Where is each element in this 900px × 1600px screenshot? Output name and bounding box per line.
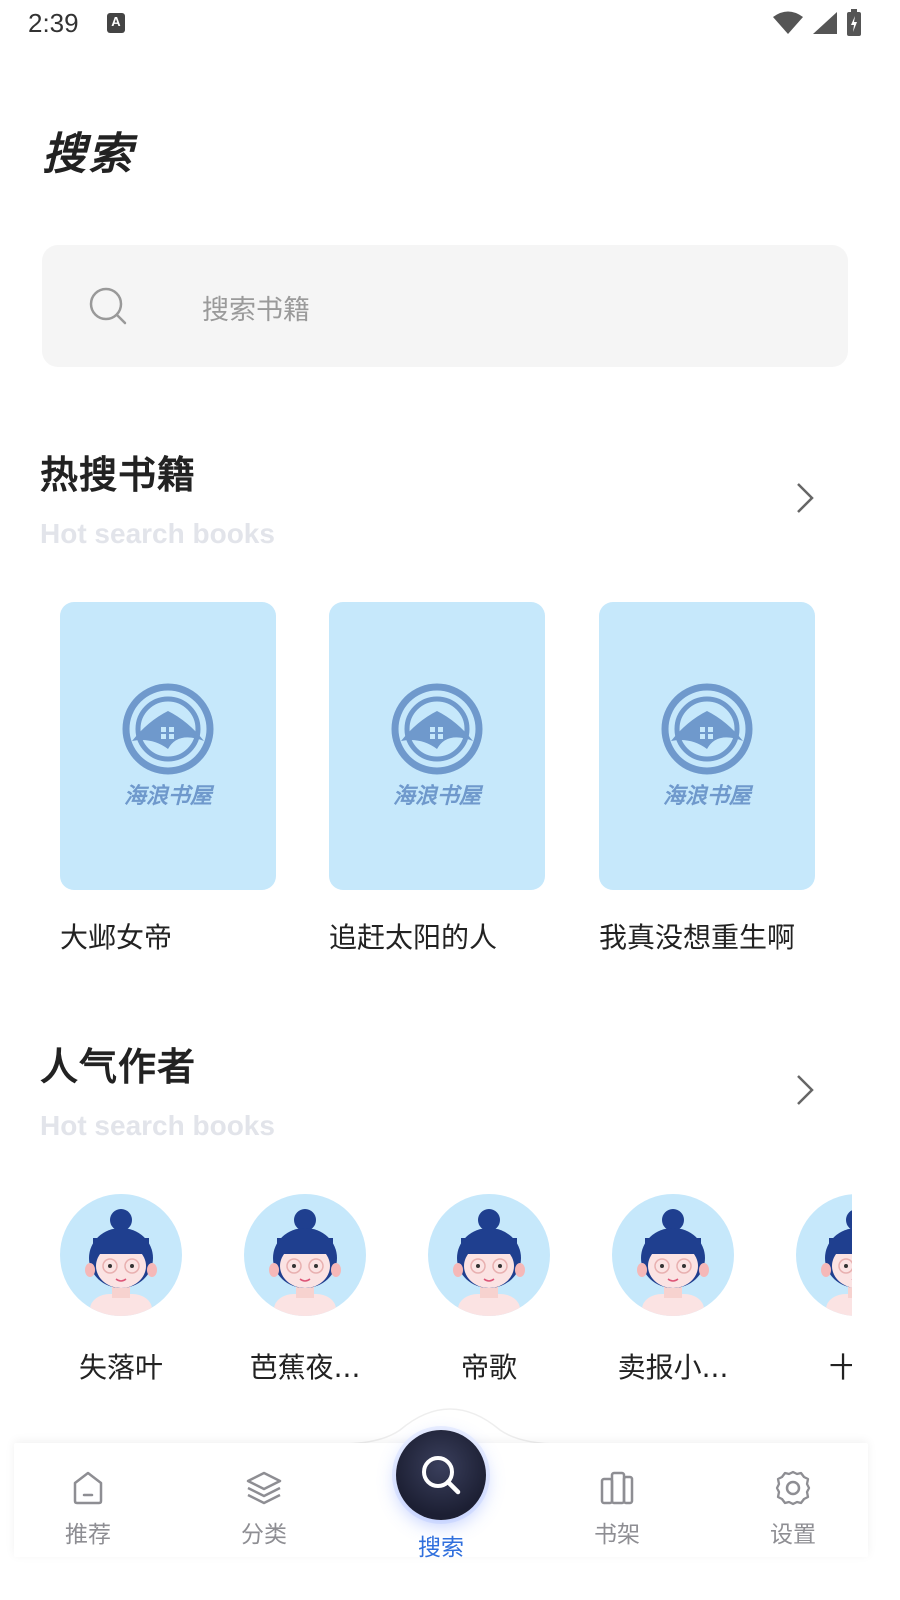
author-item[interactable]: 帝歌: [397, 1192, 581, 1386]
page-title: 搜索: [42, 129, 134, 180]
book-cover: 海浪书屋: [329, 602, 545, 890]
hot-books-title: 热搜书籍: [40, 453, 197, 497]
home-icon: [73, 1471, 103, 1505]
book-card[interactable]: 海浪书屋 我真没想重生啊: [599, 602, 815, 956]
author-item[interactable]: 十年: [765, 1192, 852, 1386]
author-name: 芭蕉夜...: [249, 1351, 361, 1384]
layers-icon: [246, 1471, 282, 1505]
author-item[interactable]: 芭蕉夜...: [213, 1192, 397, 1386]
notification-icon: A: [107, 13, 125, 33]
book-cover: 海浪书屋: [599, 602, 815, 890]
popular-authors-title: 人气作者: [40, 1045, 197, 1089]
search-icon: [89, 287, 127, 325]
nav-item-category[interactable]: 分类: [204, 1469, 324, 1549]
author-name: 失落叶: [78, 1351, 163, 1384]
book-logo-text: 海浪书屋: [663, 783, 754, 809]
search-placeholder: 搜索书籍: [202, 295, 310, 326]
avatar: [612, 1194, 734, 1316]
nav-item-bookshelf[interactable]: 书架: [557, 1469, 677, 1549]
book-card[interactable]: 海浪书屋 大邺女帝: [60, 602, 276, 956]
nav-item-settings[interactable]: 设置: [733, 1469, 853, 1549]
book-logo-text: 海浪书屋: [393, 783, 484, 809]
popular-authors-subtitle: Hot search books: [40, 1110, 275, 1141]
status-time: 2:39: [28, 8, 79, 38]
status-bar: 2:39 A: [0, 0, 900, 48]
wifi-icon: [773, 11, 803, 34]
nav-label-category: 分类: [241, 1522, 287, 1548]
hot-books-more-chevron-icon[interactable]: [790, 478, 820, 518]
avatar: [428, 1194, 550, 1316]
author-name: 帝歌: [460, 1351, 517, 1384]
status-icons: [772, 8, 862, 38]
nav-label-recommend: 推荐: [65, 1522, 111, 1548]
nav-item-recommend[interactable]: 推荐: [28, 1469, 148, 1549]
signal-icon: [813, 12, 837, 34]
hot-books-subtitle: Hot search books: [40, 518, 275, 549]
author-item[interactable]: 失落叶: [40, 1192, 213, 1386]
popular-authors-more-chevron-icon[interactable]: [790, 1070, 820, 1110]
avatar: [60, 1194, 182, 1316]
book-cover: 海浪书屋: [60, 602, 276, 890]
book-logo-icon: 海浪书屋: [122, 683, 215, 809]
book-logo-icon: 海浪书屋: [391, 683, 484, 809]
search-input[interactable]: 搜索书籍: [42, 245, 848, 367]
search-icon: [422, 1456, 461, 1495]
book-title: 我真没想重生啊: [599, 921, 796, 954]
settings-icon: [775, 1470, 811, 1506]
battery-icon: [847, 9, 861, 36]
nav-item-search[interactable]: [396, 1430, 486, 1520]
book-logo-icon: 海浪书屋: [661, 683, 754, 809]
nav-label-bookshelf: 书架: [594, 1522, 640, 1548]
nav-label-search: 搜索: [418, 1535, 464, 1561]
avatar: [244, 1194, 366, 1316]
author-name: 卖报小...: [617, 1351, 729, 1384]
book-title: 追赶太阳的人: [329, 921, 498, 954]
book-card[interactable]: 海浪书屋 追赶太阳的人: [329, 602, 545, 956]
author-name: 十年: [828, 1351, 852, 1384]
book-logo-text: 海浪书屋: [124, 783, 215, 809]
book-title: 大邺女帝: [60, 921, 173, 954]
avatar: [796, 1194, 852, 1316]
nav-label-settings: 设置: [770, 1522, 816, 1548]
author-item[interactable]: 卖报小...: [581, 1192, 765, 1386]
author-list: 失落叶 芭蕉夜... 帝歌 卖报小... 十: [40, 1192, 852, 1392]
bookshelf-icon: [600, 1471, 634, 1505]
